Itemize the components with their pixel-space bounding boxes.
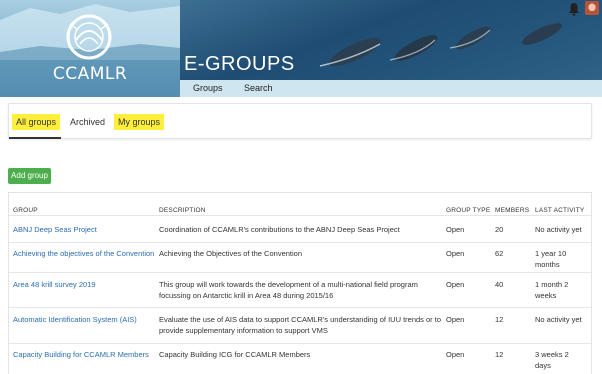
table-row: Automatic Identification System (AIS) Ev… — [9, 307, 591, 343]
group-description: Evaluate the use of AIS data to support … — [159, 315, 442, 324]
last-activity: weeks — [535, 291, 557, 300]
group-description: This group will work towards the develop… — [159, 280, 418, 289]
page-title: E-GROUPS — [184, 53, 295, 75]
group-type: Open — [446, 280, 465, 289]
subnav-bar: Groups Search — [180, 80, 602, 97]
member-count: 12 — [495, 315, 504, 324]
group-type: Open — [446, 315, 465, 324]
nav-groups[interactable]: Groups — [193, 83, 223, 93]
nav-search[interactable]: Search — [244, 83, 273, 93]
tab-all-groups[interactable]: All groups — [12, 114, 61, 130]
last-activity: 1 month 2 — [535, 280, 569, 289]
ccamlr-logo-panel[interactable]: CCAMLR — [0, 0, 180, 97]
logo-text: CCAMLR — [52, 64, 128, 84]
add-group-button[interactable]: Add group — [8, 168, 51, 184]
group-tabs: All groups Archived My groups — [8, 103, 592, 139]
group-type: Open — [446, 225, 465, 234]
member-count: 62 — [495, 249, 504, 258]
last-activity: months — [535, 260, 560, 269]
member-count: 40 — [495, 280, 504, 289]
group-description: provide supplementary information to sup… — [159, 326, 328, 335]
column-header-type: GROUP TYPE — [446, 207, 491, 214]
member-count: 12 — [495, 350, 504, 359]
column-header-members: MEMBERS — [495, 207, 530, 214]
table-row: ABNJ Deep Seas Project Coordination of C… — [9, 215, 591, 242]
table-row: Capacity Building for CCAMLR Members Cap… — [9, 343, 591, 374]
tab-my-groups[interactable]: My groups — [114, 114, 165, 130]
active-tab-indicator — [9, 137, 61, 139]
tab-archived[interactable]: Archived — [66, 114, 109, 130]
last-activity: days — [535, 361, 551, 370]
last-activity: 1 year 10 — [535, 249, 567, 258]
group-link[interactable]: ABNJ Deep Seas Project — [13, 224, 97, 235]
group-description: focussing on Antarctic krill in Area 48 … — [159, 291, 334, 300]
bell-icon[interactable] — [568, 2, 580, 16]
group-link[interactable]: Capacity Building for CCAMLR Members — [13, 349, 149, 360]
user-avatar[interactable] — [585, 1, 599, 15]
group-link[interactable]: Automatic Identification System (AIS) — [13, 314, 137, 325]
last-activity: 3 weeks 2 — [535, 350, 569, 359]
krill-emblem-icon — [66, 14, 112, 60]
group-link[interactable]: Achieving the objectives of the Conventi… — [13, 248, 154, 259]
column-header-description: DESCRIPTION — [159, 207, 206, 214]
last-activity: No activity yet — [535, 315, 582, 324]
group-type: Open — [446, 249, 465, 258]
member-count: 20 — [495, 225, 504, 234]
group-description: Capacity Building ICG for CCAMLR Members — [159, 350, 311, 359]
group-description: Coordination of CCAMLR's contributions t… — [159, 225, 400, 234]
table-row: Achieving the objectives of the Conventi… — [9, 242, 591, 272]
last-activity: No activity yet — [535, 225, 582, 234]
table-row: Area 48 krill survey 2019 This group wil… — [9, 272, 591, 307]
group-type: Open — [446, 350, 465, 359]
groups-table: GROUP DESCRIPTION GROUP TYPE MEMBERS LAS… — [8, 192, 592, 374]
group-link[interactable]: Area 48 krill survey 2019 — [13, 279, 96, 290]
site-header: CCAMLR E-GROUPS Groups Search — [0, 0, 602, 97]
column-header-activity: LAST ACTIVITY — [535, 207, 585, 214]
group-description: Achieving the Objectives of the Conventi… — [159, 249, 303, 258]
column-header-group: GROUP — [13, 207, 38, 214]
